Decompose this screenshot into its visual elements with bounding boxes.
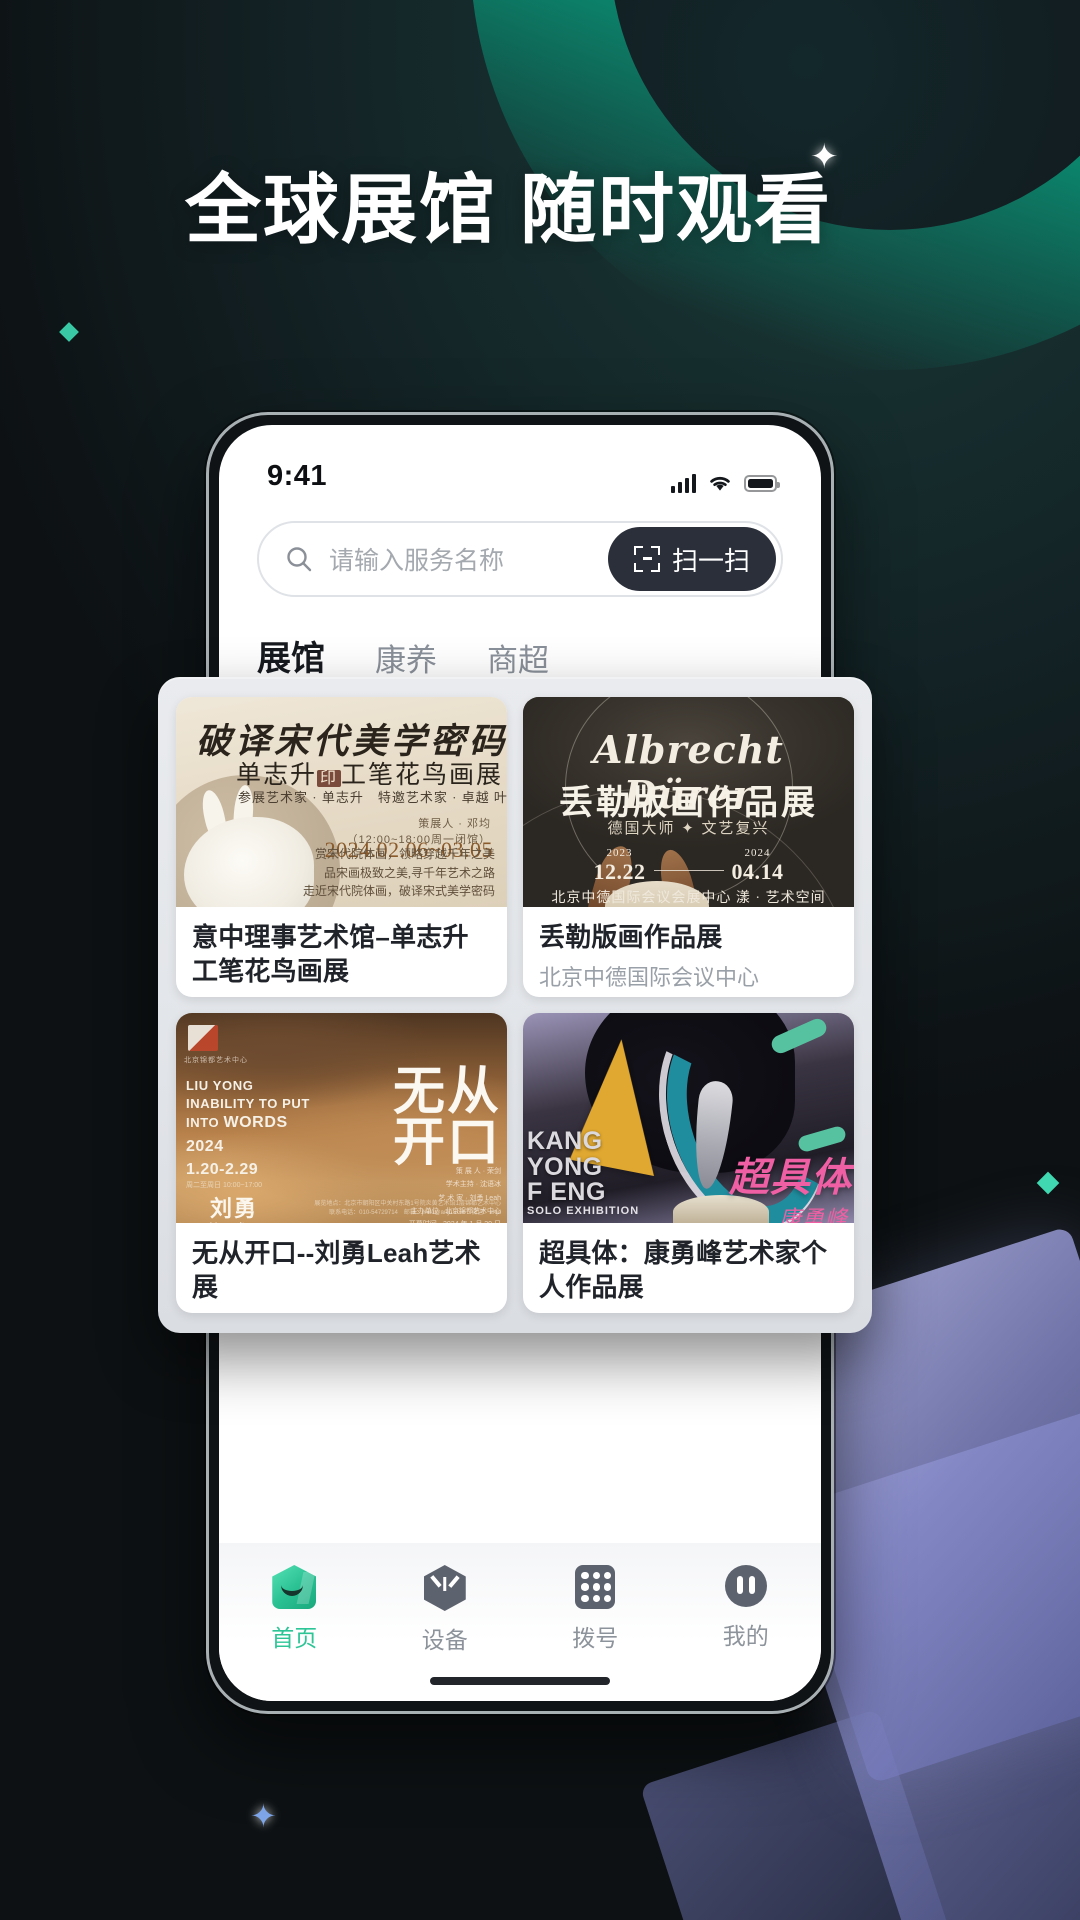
card-poster-image: 北京锦都艺术中心 LIU YONG INABILITY TO PUT INTO … (176, 1013, 507, 1223)
poster-seal: 印 (317, 770, 342, 787)
poster-english-title: LIU YONG INABILITY TO PUT INTO WORDS (186, 1078, 310, 1132)
card-poster-image: Albrecht Dürer 丢勒版画作品展 德国大师 ✦ 文艺复兴 2023 1… (523, 697, 854, 907)
card-body: 丢勒版画作品展 北京中德国际会议中心 ✦推荐 直呼 (523, 907, 854, 997)
card-body: 无从开口--刘勇Leah艺术展 北京锦都艺术中心 预约 (176, 1223, 507, 1313)
poster-artist-sub: 艺 术 展 (206, 1219, 279, 1223)
card-body: 意中理事艺术馆–单志升工笔花鸟画展 意大利中国理事基金会学院… ✦推荐 直呼 (176, 907, 507, 997)
search-row: 请输入服务名称 扫一扫 (219, 497, 821, 597)
status-icons (670, 473, 780, 493)
battery-icon (744, 474, 780, 492)
status-clock: 9:41 (267, 460, 328, 492)
exhibition-card[interactable]: 北京锦都艺术中心 LIU YONG INABILITY TO PUT INTO … (176, 1013, 507, 1313)
poster-subhead2: 工笔花鸟画展 (341, 762, 504, 789)
poster-headline: 超具体 (729, 1155, 852, 1200)
poster-blurb: 赏宋代院体画，领略穿越千年之美 品宋画极致之美,寻千年艺术之路 走近宋代院体画，… (302, 847, 495, 899)
poster-hours: 周二至周日 10:00~17:00 (186, 1182, 263, 1189)
poster-footer: 展览地点：北京市朝阳区中关村东路1号院炎黄艺术馆1层锦都艺术中心 联系电话：01… (314, 1200, 501, 1217)
nav-label-profile: 我的 (722, 1623, 769, 1649)
card-body: 超具体：康勇峰艺术家个人作品展 798艺术区东街HANMO艺术… 直呼 使用过 (523, 1223, 854, 1313)
nav-label-dial: 拨号 (572, 1625, 619, 1651)
card-subtitle: 北京中德国际会议中心 (539, 964, 760, 990)
poster-date-range: 2024 1.20-2.29 (186, 1138, 259, 1179)
profile-icon (724, 1565, 767, 1607)
poster-date-range: 2023 12.22 2024 04.14 (593, 847, 784, 884)
scan-button-label: 扫一扫 (671, 545, 750, 576)
search-bar[interactable]: 请输入服务名称 扫一扫 (257, 521, 783, 597)
poster-solo-label: SOLO EXHIBITION (527, 1205, 640, 1217)
exhibition-card[interactable]: 破译宋代美学密码 单志升印工笔花鸟画展 参展艺术家 · 单志升 特邀艺术家 · … (176, 697, 507, 997)
poster-logo-caption: 北京锦都艺术中心 (184, 1057, 248, 1064)
card-title: 无从开口--刘勇Leah艺术展 (192, 1238, 481, 1302)
exhibition-card[interactable]: KANG YONG F ENG SOLO EXHIBITION 超具体 康勇峰 … (523, 1013, 854, 1313)
card-badges: ✦推荐 直呼 (539, 991, 838, 997)
sparkle-icon: ✦ (250, 1797, 277, 1835)
home-icon (272, 1565, 317, 1609)
wifi-icon (710, 476, 730, 491)
poster-artists: 参展艺术家 · 单志升 特邀艺术家 · 卓越 叶传应 柳楠 (238, 790, 507, 805)
page-title: 全球展馆 随时观看 (185, 168, 833, 253)
nav-item-home[interactable]: 首页 (219, 1565, 370, 1653)
status-bar: 9:41 (219, 425, 821, 497)
gallery-logo-icon (188, 1025, 218, 1051)
card-poster-image: 破译宋代美学密码 单志升印工笔花鸟画展 参展艺术家 · 单志升 特邀艺术家 · … (176, 697, 507, 907)
exhibition-card[interactable]: Albrecht Dürer 丢勒版画作品展 德国大师 ✦ 文艺复兴 2023 1… (523, 697, 854, 997)
poster-artist: 康勇峰 (778, 1206, 848, 1223)
nav-label-home: 首页 (271, 1625, 318, 1651)
scan-frame-icon (633, 546, 660, 572)
nav-label-device: 设备 (421, 1627, 468, 1653)
poster-artist: 单志升 (236, 762, 318, 789)
card-poster-image: KANG YONG F ENG SOLO EXHIBITION 超具体 康勇峰 (523, 1013, 854, 1223)
poster-english-title: KANG YONG F ENG (527, 1127, 606, 1206)
poster-tagline: 德国大师 ✦ 文艺复兴 (607, 821, 770, 837)
signal-bars-icon (670, 473, 696, 493)
nav-item-dial[interactable]: 拨号 (520, 1565, 671, 1653)
device-hexagon-icon (423, 1565, 466, 1611)
scan-button[interactable]: 扫一扫 (608, 527, 776, 591)
promo-stage: ✦ ✦ 全球展馆 随时观看 9:41 请输入服务名称 扫一扫 展馆 康养 商超 … (0, 0, 1080, 1920)
exhibition-card-grid: 破译宋代美学密码 单志升印工笔花鸟画展 参展艺术家 · 单志升 特邀艺术家 · … (158, 677, 872, 1333)
poster-subhead: 单志升印工笔花鸟画展 (236, 755, 501, 791)
dialpad-icon (575, 1565, 616, 1609)
card-title: 意中理事艺术馆–单志升工笔花鸟画展 (192, 922, 469, 986)
nav-item-device[interactable]: 设备 (370, 1565, 521, 1655)
search-icon (287, 547, 312, 572)
home-indicator (430, 1677, 610, 1685)
card-title: 丢勒版画作品展 (539, 922, 723, 952)
card-title: 超具体：康勇峰艺术家个人作品展 (539, 1238, 828, 1302)
search-input[interactable]: 请输入服务名称 (329, 541, 608, 577)
poster-venue: 北京中德国际会议会展中心 漾 · 艺术空间 (551, 891, 826, 906)
poster-headline: 无从 开口 (392, 1063, 501, 1172)
nav-item-profile[interactable]: 我的 (671, 1565, 822, 1651)
